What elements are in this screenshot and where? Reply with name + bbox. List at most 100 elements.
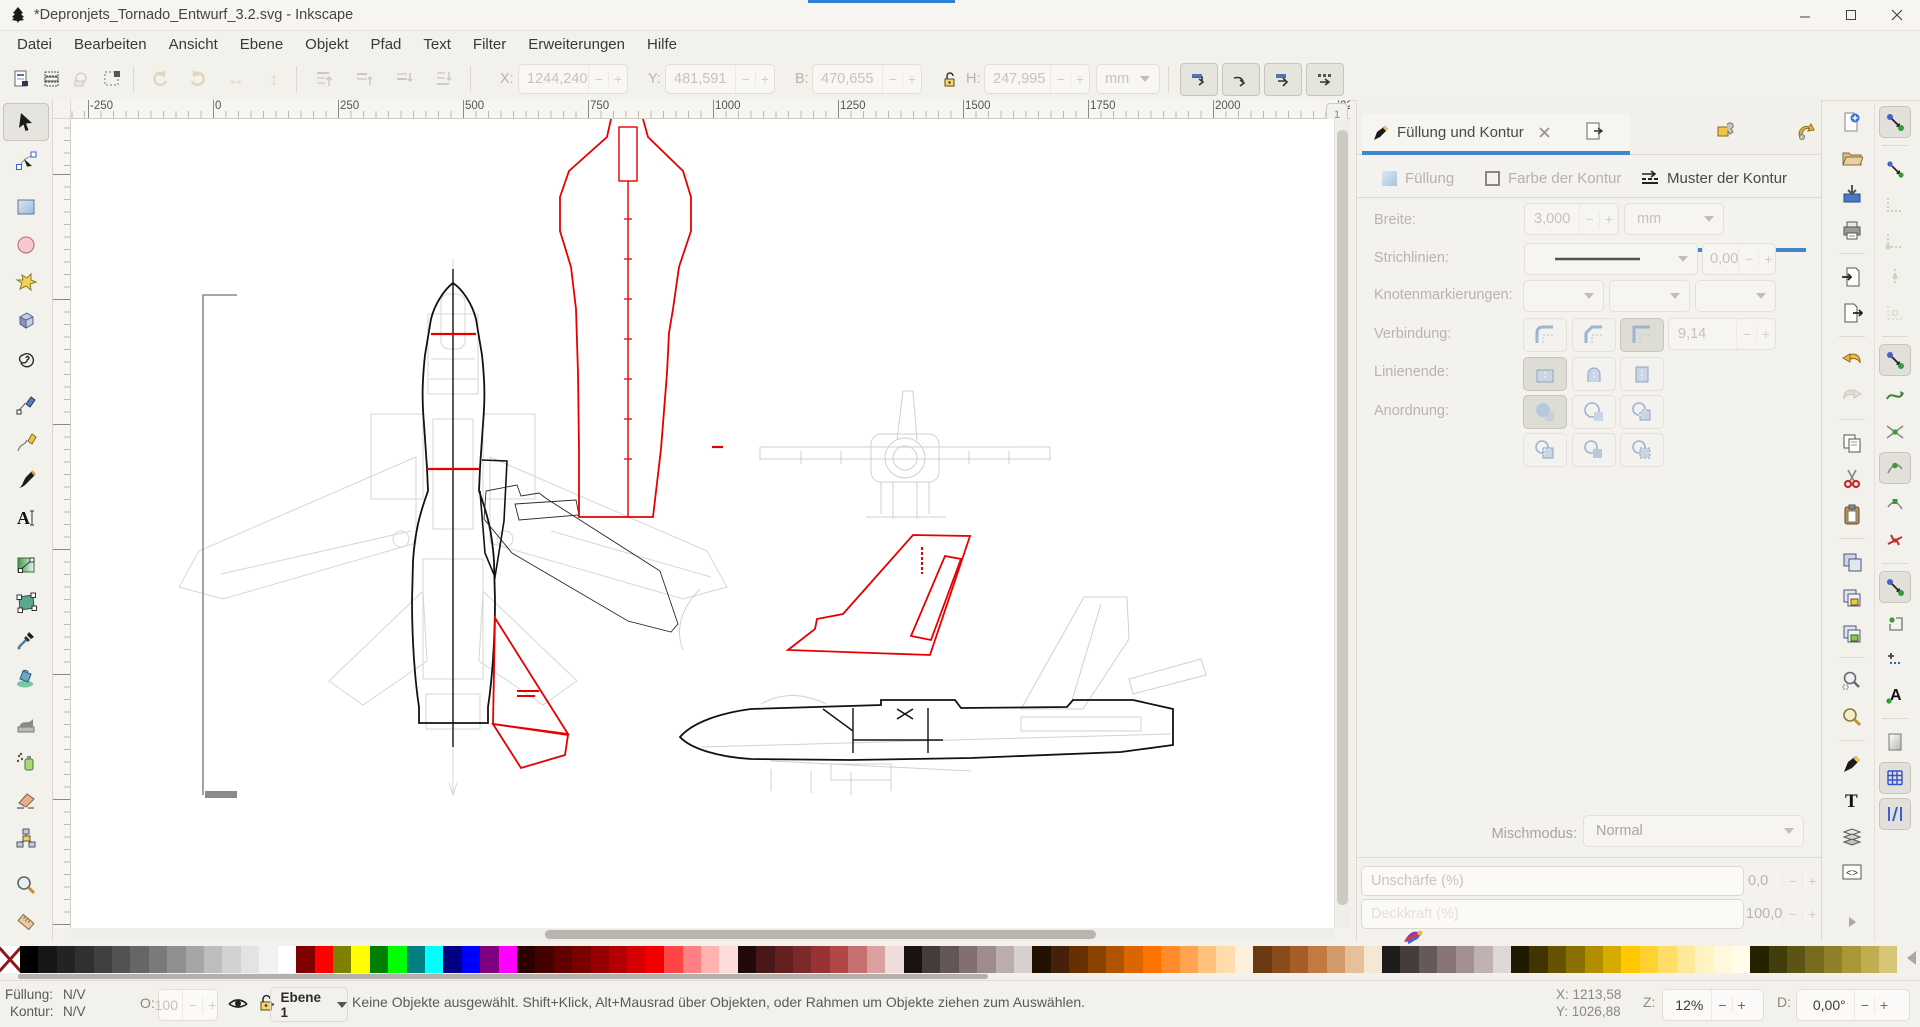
palette-swatch[interactable] xyxy=(591,946,609,973)
zoom-drawing-icon[interactable] xyxy=(1836,701,1868,733)
raise-to-top-icon[interactable] xyxy=(312,67,336,91)
tool-measure[interactable] xyxy=(4,904,48,940)
palette-swatch[interactable] xyxy=(1032,946,1050,973)
palette-swatch[interactable] xyxy=(940,946,958,973)
palette-swatch[interactable] xyxy=(1345,946,1363,973)
palette-swatch[interactable] xyxy=(388,946,406,973)
lock-ratio-icon[interactable] xyxy=(938,67,962,91)
palette-swatch[interactable] xyxy=(535,946,553,973)
tool-bezier-pen[interactable] xyxy=(4,425,48,461)
join-round-button[interactable] xyxy=(1523,318,1567,352)
blur-spin[interactable]: −+ xyxy=(1782,870,1821,892)
stroke-width-unit-dropdown[interactable]: mm xyxy=(1624,203,1724,235)
palette-swatch[interactable] xyxy=(75,946,93,973)
palette-swatch[interactable] xyxy=(1419,946,1437,973)
horizontal-scrollbar-thumb[interactable] xyxy=(545,930,1096,939)
palette-swatch[interactable] xyxy=(1621,946,1639,973)
palette-swatch[interactable] xyxy=(1235,946,1253,973)
tool-dropper[interactable] xyxy=(4,622,48,658)
snap-object-center-toggle[interactable] xyxy=(1879,607,1911,639)
menu-filter[interactable]: Filter xyxy=(462,33,517,56)
text-dialog-icon[interactable]: T xyxy=(1836,784,1868,816)
x-minus-button[interactable]: − xyxy=(589,71,608,87)
palette-swatch[interactable] xyxy=(572,946,590,973)
palette-swatch[interactable] xyxy=(738,946,756,973)
snap-bbox-center-toggle[interactable] xyxy=(1879,297,1911,329)
width-field[interactable]: 470,655−+ xyxy=(812,64,922,94)
snap-bbox-edge-toggle[interactable] xyxy=(1879,189,1911,221)
palette-swatch[interactable] xyxy=(683,946,701,973)
palette-swatch[interactable] xyxy=(1493,946,1511,973)
swatches-dialog-icon[interactable] xyxy=(1581,118,1607,144)
menu-ebene[interactable]: Ebene xyxy=(229,33,294,56)
xml-editor-icon[interactable]: <> xyxy=(1836,856,1868,888)
collapse-dock-icon[interactable] xyxy=(1845,915,1859,929)
palette-swatch[interactable] xyxy=(259,946,277,973)
y-field[interactable]: 481,591−+ xyxy=(665,64,775,94)
tool-3dbox[interactable] xyxy=(4,303,48,339)
palette-swatch[interactable] xyxy=(149,946,167,973)
palette-swatch[interactable] xyxy=(848,946,866,973)
snap-rotation-center-toggle[interactable] xyxy=(1879,643,1911,675)
lower-icon[interactable] xyxy=(392,67,416,91)
palette-swatch[interactable] xyxy=(1566,946,1584,973)
snap-bbox-corner-toggle[interactable] xyxy=(1879,225,1911,257)
tool-mesh-gradient[interactable] xyxy=(4,585,48,621)
palette-swatch[interactable] xyxy=(1161,946,1179,973)
copy-icon[interactable] xyxy=(1836,427,1868,459)
palette-swatch[interactable] xyxy=(278,946,296,973)
tool-connector[interactable] xyxy=(4,820,48,856)
palette-swatch[interactable] xyxy=(1327,946,1345,973)
palette-swatch[interactable] xyxy=(1364,946,1382,973)
tool-rectangle[interactable] xyxy=(4,189,48,225)
maximize-button[interactable] xyxy=(1828,1,1874,30)
help-dialog-icon[interactable] xyxy=(1793,118,1819,144)
palette-swatch[interactable] xyxy=(922,946,940,973)
y-plus-button[interactable]: + xyxy=(755,71,774,87)
vertical-scrollbar-thumb[interactable] xyxy=(1337,130,1348,905)
miter-limit-field[interactable]: 9,14−+ xyxy=(1668,318,1776,350)
order-option4-button[interactable] xyxy=(1523,433,1567,467)
layer-selector[interactable]: · Ebene 1 xyxy=(270,987,348,1022)
select-all-icon[interactable] xyxy=(10,67,34,91)
y-minus-button[interactable]: − xyxy=(736,71,755,87)
palette-swatch[interactable] xyxy=(904,946,922,973)
objects-dialog-icon[interactable] xyxy=(1713,118,1739,144)
raise-icon[interactable] xyxy=(352,67,376,91)
palette-scroll-left-icon[interactable] xyxy=(1907,951,1916,965)
palette-swatch[interactable] xyxy=(1842,946,1860,973)
affect-corners-toggle[interactable] xyxy=(1222,63,1260,96)
snap-guides-toggle[interactable] xyxy=(1879,798,1911,830)
print-icon[interactable] xyxy=(1836,214,1868,246)
palette-swatch[interactable] xyxy=(1088,946,1106,973)
menu-bearbeiten[interactable]: Bearbeiten xyxy=(63,33,158,56)
cut-icon[interactable] xyxy=(1836,463,1868,495)
palette-swatch[interactable] xyxy=(296,946,314,973)
palette-swatch[interactable] xyxy=(811,946,829,973)
redo-icon[interactable] xyxy=(1836,380,1868,412)
blur-slider[interactable]: Unschärfe (%) xyxy=(1361,866,1744,896)
palette-swatch[interactable] xyxy=(1603,946,1621,973)
snap-line-midpoint-toggle[interactable] xyxy=(1879,524,1911,556)
vertical-scrollbar[interactable] xyxy=(1334,119,1350,928)
snap-text-baseline-toggle[interactable]: A xyxy=(1879,679,1911,711)
palette-swatch[interactable] xyxy=(1658,946,1676,973)
snap-bbox-toggle[interactable] xyxy=(1879,153,1911,185)
open-document-icon[interactable] xyxy=(1836,142,1868,174)
import-icon[interactable] xyxy=(1836,261,1868,293)
palette-swatch[interactable] xyxy=(480,946,498,973)
tool-node-editor[interactable] xyxy=(4,143,48,179)
snap-path-intersection-toggle[interactable] xyxy=(1879,416,1911,448)
undo-icon[interactable] xyxy=(1836,344,1868,376)
snap-bbox-edge-midpoint-toggle[interactable] xyxy=(1879,261,1911,293)
paste-icon[interactable] xyxy=(1836,499,1868,531)
snap-enable-toggle[interactable] xyxy=(1879,106,1911,138)
color-managed-icon[interactable] xyxy=(1400,924,1426,950)
tool-eraser[interactable] xyxy=(4,782,48,818)
palette-swatch[interactable] xyxy=(241,946,259,973)
tool-gradient[interactable] xyxy=(4,547,48,583)
w-plus-button[interactable]: + xyxy=(902,71,921,87)
deselect-icon[interactable] xyxy=(100,67,124,91)
palette-swatch[interactable] xyxy=(186,946,204,973)
unlink-clone-icon[interactable] xyxy=(1836,618,1868,650)
